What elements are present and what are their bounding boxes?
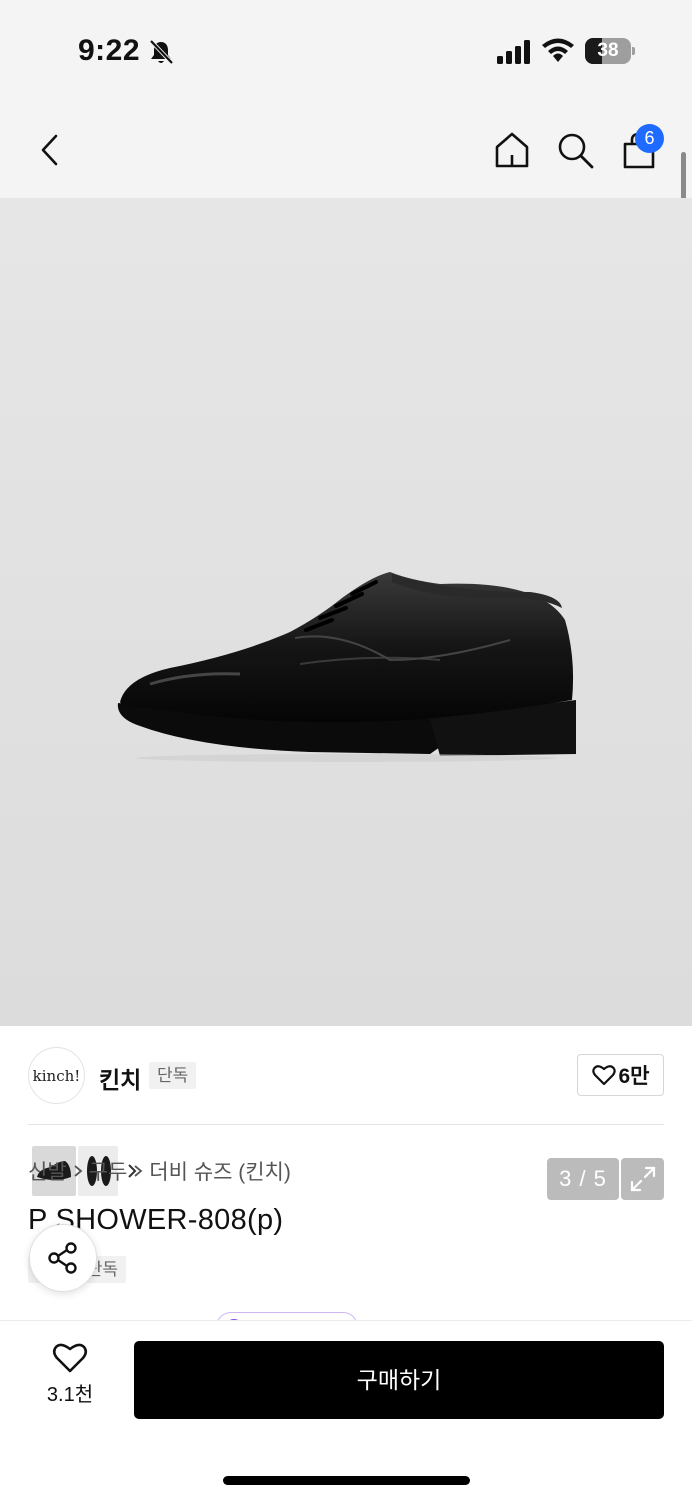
back-icon[interactable] xyxy=(28,128,72,172)
image-counter: 3 / 5 xyxy=(547,1158,619,1200)
expand-icon[interactable] xyxy=(621,1158,664,1200)
brand-name[interactable]: 킨치 xyxy=(99,1061,141,1095)
heart-icon xyxy=(52,1343,88,1373)
status-bar: 9:22 38 xyxy=(0,0,692,100)
home-indicator[interactable] xyxy=(223,1476,470,1485)
status-time: 9:22 xyxy=(78,34,141,67)
wishlist-button[interactable]: 3.1천 xyxy=(34,1342,106,1418)
chevron-right-icon xyxy=(74,1165,83,1177)
buy-button[interactable]: 구매하기 xyxy=(134,1341,664,1419)
share-icon[interactable] xyxy=(29,1224,97,1292)
home-icon[interactable] xyxy=(490,128,534,172)
battery-indicator: 38 xyxy=(585,38,635,64)
search-icon[interactable] xyxy=(553,128,597,172)
wishlist-count: 3.1천 xyxy=(46,1384,94,1406)
heart-icon xyxy=(591,1065,616,1086)
battery-level: 38 xyxy=(597,40,619,61)
divider xyxy=(28,1124,664,1125)
cart-count-badge: 6 xyxy=(635,124,664,153)
wifi-icon xyxy=(541,38,575,64)
breadcrumb-item[interactable]: 구두 xyxy=(89,1156,128,1186)
signal-icon xyxy=(497,40,533,64)
product-page: 9:22 38 6 3 / 5 kinch! 킨치 단독 6만 신발 구두 더비… xyxy=(0,0,692,1500)
top-nav xyxy=(0,100,692,198)
brand-logo[interactable]: kinch! xyxy=(28,1047,85,1104)
product-image[interactable]: 3 / 5 xyxy=(0,198,692,1201)
breadcrumb: 신발 구두 더비 슈즈 (킨치) xyxy=(28,1156,291,1186)
brand-like-button[interactable]: 6만 xyxy=(577,1054,664,1096)
shoe-photo xyxy=(117,572,576,762)
brand-like-count: 6만 xyxy=(618,1065,650,1088)
exclusive-badge: 단독 xyxy=(149,1062,197,1089)
breadcrumb-item[interactable]: 신발 xyxy=(28,1156,67,1186)
chevron-right-icon xyxy=(134,1165,143,1177)
breadcrumb-item[interactable]: 더비 슈즈 (킨치) xyxy=(149,1156,291,1186)
bell-slash-icon xyxy=(148,38,174,66)
